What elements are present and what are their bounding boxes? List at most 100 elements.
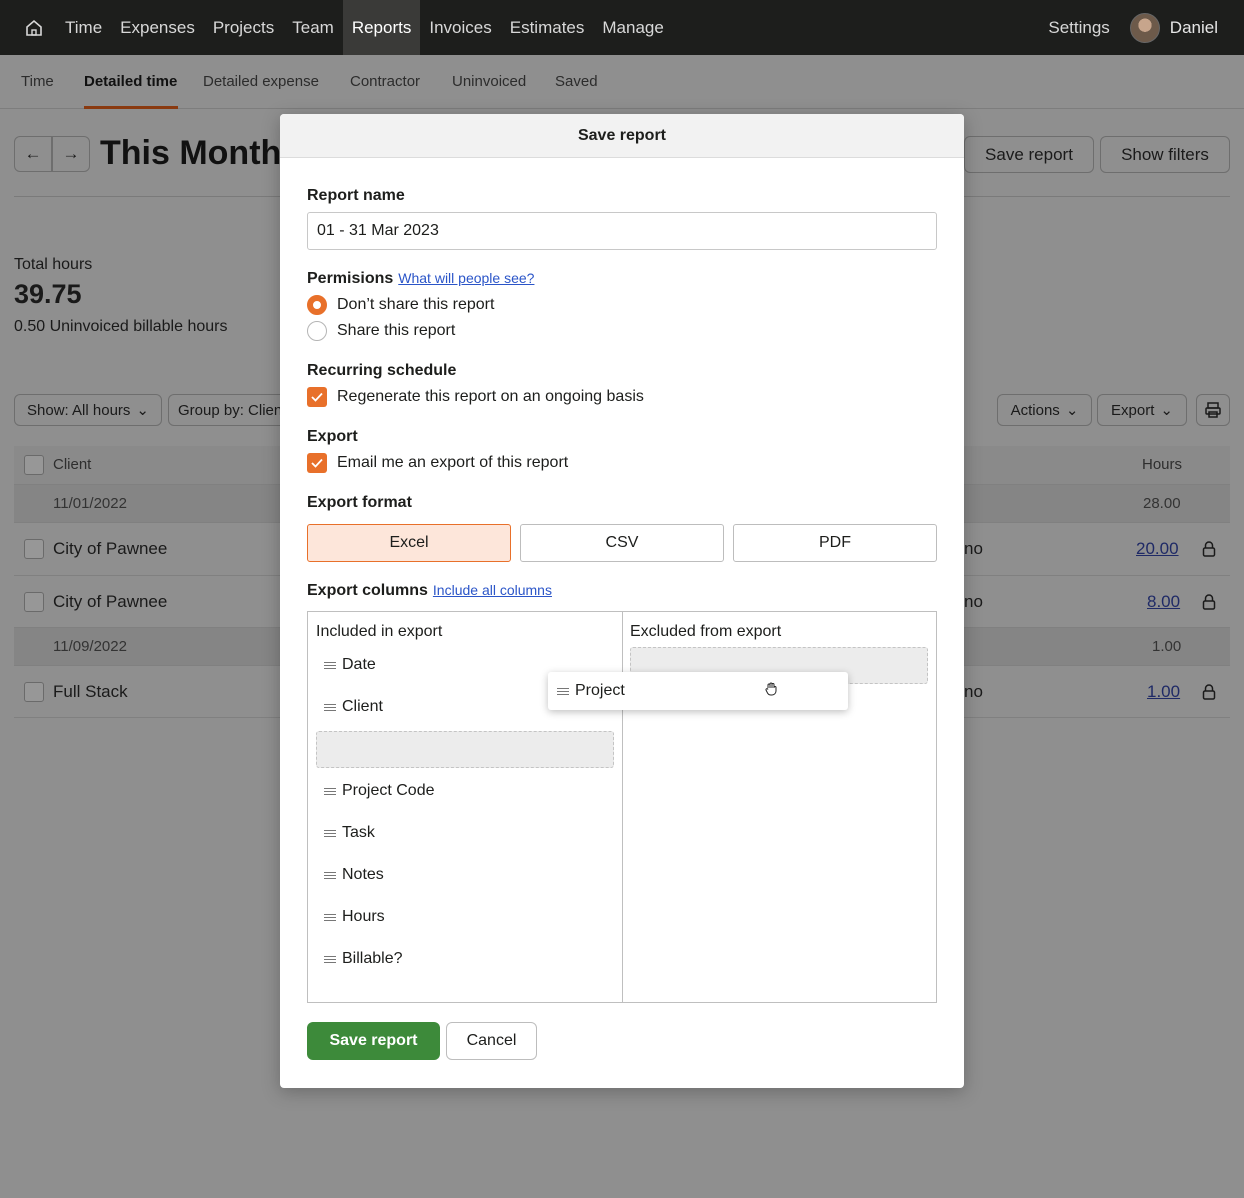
subnav-detailed-time[interactable]: Detailed time <box>84 73 177 90</box>
drag-handle-icon[interactable] <box>324 828 336 839</box>
home-icon[interactable] <box>22 16 46 40</box>
what-will-people-see-link[interactable]: What will people see? <box>398 270 534 286</box>
row-checkbox[interactable] <box>24 539 44 559</box>
perm-option-share[interactable]: Share this report <box>307 321 455 341</box>
column-item-hours[interactable]: Hours <box>324 908 385 926</box>
column-item-notes[interactable]: Notes <box>324 866 384 884</box>
perm-option-label: Share this report <box>337 322 456 339</box>
subnav-time[interactable]: Time <box>21 73 54 90</box>
row-checkbox[interactable] <box>24 682 44 702</box>
active-tab-indicator <box>84 106 178 109</box>
column-item-date[interactable]: Date <box>324 656 376 674</box>
show-hours-dropdown[interactable]: Show: All hours ⌄ <box>14 394 162 426</box>
actions-dropdown[interactable]: Actions ⌄ <box>997 394 1092 426</box>
include-all-columns-link[interactable]: Include all columns <box>433 582 552 598</box>
nav-team[interactable]: Team <box>283 0 343 55</box>
total-hours-value: 39.75 <box>14 279 82 309</box>
nav-manage[interactable]: Manage <box>593 0 672 55</box>
user-name[interactable]: Daniel <box>1170 18 1218 38</box>
col-client-header[interactable]: Client <box>53 456 91 473</box>
group-by-dropdown[interactable]: Group by: Clien <box>168 394 298 426</box>
group-hours: 28.00 <box>1143 495 1181 512</box>
top-nav: Time Expenses Projects Team Reports Invo… <box>0 0 1244 55</box>
row-client: Full Stack <box>53 682 128 701</box>
export-format-label: Export format <box>307 494 412 511</box>
export-columns-label-text: Export columns <box>307 582 428 599</box>
cancel-button[interactable]: Cancel <box>446 1022 537 1060</box>
subnav-saved[interactable]: Saved <box>555 73 598 90</box>
arrow-right-icon: → <box>62 144 80 163</box>
row-notes: no <box>964 539 983 558</box>
email-export-checkbox[interactable] <box>307 453 327 473</box>
chevron-down-icon: ⌄ <box>1160 402 1173 419</box>
nav-invoices[interactable]: Invoices <box>420 0 500 55</box>
drag-handle-icon[interactable] <box>324 870 336 881</box>
recurring-checkbox-row[interactable]: Regenerate this report on an ongoing bas… <box>307 387 644 407</box>
print-button[interactable] <box>1196 394 1230 426</box>
row-notes: no <box>964 682 983 701</box>
row-hours-link[interactable]: 1.00 <box>1147 682 1180 702</box>
subnav-detailed-expense[interactable]: Detailed expense <box>203 73 319 90</box>
subnav-contractor[interactable]: Contractor <box>350 73 420 90</box>
nav-settings[interactable]: Settings <box>1048 18 1109 38</box>
recurring-option-label: Regenerate this report on an ongoing bas… <box>337 388 644 405</box>
dragging-column-project[interactable]: Project <box>548 672 848 710</box>
uninvoiced-hours: 0.50 Uninvoiced billable hours <box>14 318 228 335</box>
row-checkbox[interactable] <box>24 592 44 612</box>
drop-placeholder-included[interactable] <box>316 731 614 768</box>
recurring-checkbox[interactable] <box>307 387 327 407</box>
row-hours-link[interactable]: 8.00 <box>1147 592 1180 612</box>
lock-icon <box>1202 684 1216 700</box>
export-columns-label: Export columns Include all columns <box>307 582 552 600</box>
total-hours-label: Total hours <box>14 256 93 273</box>
drag-handle-icon[interactable] <box>324 954 336 965</box>
col-hours-header[interactable]: Hours <box>1142 456 1182 473</box>
drag-handle-icon[interactable] <box>557 686 569 697</box>
column-item-task[interactable]: Task <box>324 824 375 842</box>
check-icon <box>311 458 323 468</box>
format-pdf-button[interactable]: PDF <box>733 524 937 562</box>
next-period-button[interactable]: → <box>52 136 90 172</box>
column-label: Notes <box>342 866 384 883</box>
actions-label: Actions <box>1010 401 1060 419</box>
nav-projects[interactable]: Projects <box>204 0 283 55</box>
avatar[interactable] <box>1129 12 1160 43</box>
report-name-input[interactable]: 01 - 31 Mar 2023 <box>307 212 937 250</box>
drag-handle-icon[interactable] <box>324 660 336 671</box>
export-label: Export <box>307 428 358 445</box>
nav-estimates[interactable]: Estimates <box>501 0 594 55</box>
column-item-project-code[interactable]: Project Code <box>324 782 435 800</box>
radio-selected[interactable] <box>307 295 327 315</box>
report-name-label: Report name <box>307 187 405 204</box>
save-report-page-button[interactable]: Save report <box>964 136 1094 173</box>
column-label: Billable? <box>342 950 403 967</box>
drag-handle-icon[interactable] <box>324 912 336 923</box>
dialog-title: Save report <box>280 114 964 158</box>
column-label: Client <box>342 698 383 715</box>
drag-handle-icon[interactable] <box>324 786 336 797</box>
arrow-left-icon: ← <box>24 144 42 163</box>
recurring-label: Recurring schedule <box>307 362 457 379</box>
row-hours-link[interactable]: 20.00 <box>1136 539 1179 559</box>
nav-expenses[interactable]: Expenses <box>111 0 204 55</box>
sub-nav: Time Detailed time Detailed expense Cont… <box>0 55 1244 109</box>
nav-reports[interactable]: Reports <box>342 0 421 55</box>
permissions-label-text: Permisions <box>307 270 394 287</box>
perm-option-dont-share[interactable]: Don’t share this report <box>307 295 494 315</box>
format-csv-button[interactable]: CSV <box>520 524 724 562</box>
email-export-checkbox-row[interactable]: Email me an export of this report <box>307 453 568 473</box>
save-report-button[interactable]: Save report <box>307 1022 440 1060</box>
subnav-uninvoiced[interactable]: Uninvoiced <box>452 73 526 90</box>
radio-unselected[interactable] <box>307 321 327 341</box>
show-filters-button[interactable]: Show filters <box>1100 136 1230 173</box>
column-item-client[interactable]: Client <box>324 698 383 716</box>
format-excel-button[interactable]: Excel <box>307 524 511 562</box>
select-all-checkbox[interactable] <box>24 455 44 475</box>
column-label: Date <box>342 656 376 673</box>
drag-handle-icon[interactable] <box>324 702 336 713</box>
export-dropdown[interactable]: Export ⌄ <box>1097 394 1187 426</box>
nav-time[interactable]: Time <box>56 0 111 55</box>
prev-period-button[interactable]: ← <box>14 136 52 172</box>
column-label: Task <box>342 824 375 841</box>
column-item-billable[interactable]: Billable? <box>324 950 402 968</box>
